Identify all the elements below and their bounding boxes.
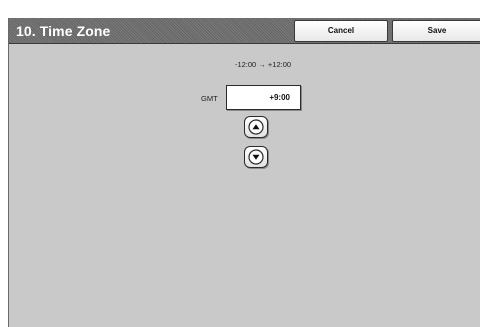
gmt-label: GMT bbox=[201, 94, 218, 103]
header-bar: 10. Time Zone Cancel Save bbox=[9, 18, 480, 44]
cancel-button[interactable]: Cancel bbox=[294, 20, 388, 42]
decrement-button[interactable] bbox=[244, 146, 268, 168]
increment-button[interactable] bbox=[244, 116, 268, 138]
page-title: 10. Time Zone bbox=[16, 23, 111, 39]
gmt-offset-value[interactable]: +9:00 bbox=[226, 85, 301, 110]
arrow-up-icon bbox=[248, 119, 264, 135]
save-button[interactable]: Save bbox=[392, 20, 480, 42]
range-row: -12:00 → +12:00 bbox=[9, 60, 480, 69]
arrow-down-icon bbox=[248, 149, 264, 165]
time-zone-screen: 10. Time Zone Cancel Save -12:00 → +12:0… bbox=[8, 18, 480, 327]
range-text: -12:00 → +12:00 bbox=[234, 60, 292, 69]
